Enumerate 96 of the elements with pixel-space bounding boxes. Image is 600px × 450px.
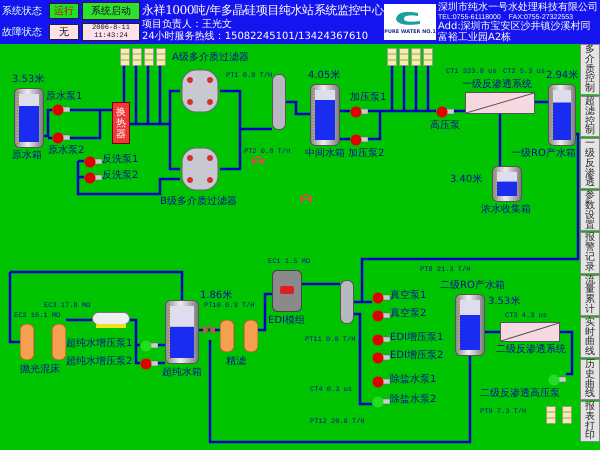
tank-level-reading: 4.05米: [308, 70, 340, 82]
tank-label: 二级RO产水箱: [440, 280, 505, 292]
company-name: 深圳市纯水一号水处理科技有限公司: [438, 2, 599, 14]
capsule-filter: [92, 312, 130, 328]
membrane-unit: [465, 92, 535, 114]
tank-level-reading: 2.94米: [546, 70, 578, 82]
pump-icon[interactable]: [372, 376, 390, 388]
pump-label: 超纯水增压泵2: [66, 356, 132, 368]
pump-label: 反洗泵1: [102, 154, 138, 166]
pump-label: 二级反渗透高压泵: [480, 388, 560, 400]
water-tank: [455, 294, 485, 356]
water-tank: [310, 84, 340, 146]
pump-icon[interactable]: [372, 352, 390, 364]
unit-label: 二级反渗透系统: [496, 344, 566, 356]
tank-label: 原水箱: [12, 150, 42, 162]
water-tank: [492, 166, 522, 202]
unit-label: 抛光混床: [20, 364, 60, 376]
pump-icon[interactable]: [372, 310, 390, 322]
pump-icon[interactable]: [350, 134, 368, 146]
dosing-tank: [411, 48, 421, 66]
dosing-tank: [562, 406, 572, 424]
tank-level-reading: 3.53米: [488, 296, 520, 308]
nav-button[interactable]: 报警记录: [580, 232, 600, 274]
tank-label: 超纯水箱: [162, 367, 202, 379]
unit-label: 精滤: [226, 356, 246, 368]
status-value: 运行: [49, 3, 79, 19]
pump-label: 超纯水增压泵1: [66, 338, 132, 350]
valve-icon[interactable]: [203, 325, 215, 335]
hotline-text: 24小时服务热线：15082245101/13424367610: [142, 30, 368, 42]
fault-label: 故障状态: [2, 26, 43, 39]
nav-button[interactable]: 历史曲线: [580, 358, 600, 400]
resin-columns: [220, 320, 258, 352]
tank-level-reading: 3.53米: [12, 74, 44, 86]
pump-icon[interactable]: [84, 172, 102, 184]
pump-label: 加压泵2: [348, 148, 384, 160]
pump-label: 真空泵2: [390, 308, 426, 320]
pump-label: 原水泵1: [46, 91, 82, 103]
dosing-tank: [399, 48, 409, 66]
pump-label: 高压泵: [430, 120, 460, 132]
pump-label: 真空泵1: [390, 290, 426, 302]
dosing-tank: [387, 48, 397, 66]
nav-button[interactable]: 一级反渗透: [580, 138, 600, 190]
unit-label: EDI模组: [268, 315, 305, 327]
nav-button[interactable]: 流量累计: [580, 274, 600, 316]
nav-button[interactable]: 实时曲线: [580, 316, 600, 358]
pump-label: 除盐水泵1: [390, 374, 436, 386]
pump-label: 除盐水泵2: [390, 394, 436, 406]
start-button[interactable]: 系统启动: [82, 2, 140, 20]
pump-icon[interactable]: [350, 106, 368, 118]
dosing-tank: [132, 48, 142, 66]
pump-icon[interactable]: [84, 156, 102, 168]
pump-icon[interactable]: [372, 396, 390, 408]
pump-icon[interactable]: [548, 374, 566, 386]
tank-label: 中间水箱: [305, 148, 345, 160]
pump-icon[interactable]: [52, 104, 70, 116]
pump-label: EDI增压泵2: [390, 350, 444, 362]
water-tank: [165, 300, 199, 364]
dosing-tank: [144, 48, 154, 66]
tank-level-reading: 3.40米: [450, 174, 482, 186]
unit-label: 一级反渗透系统: [462, 79, 532, 91]
nav-button[interactable]: 超滤控制: [580, 96, 600, 138]
pump-icon[interactable]: [140, 340, 158, 352]
pump-icon[interactable]: [372, 334, 390, 346]
pump-label: 加压泵1: [350, 92, 386, 104]
status-label: 系统状态: [2, 4, 43, 18]
pump-label: 原水泵2: [48, 145, 84, 157]
nav-button[interactable]: 多介质控制: [580, 44, 600, 95]
unit-label: A级多介质过滤器: [172, 52, 249, 64]
dosing-tank: [156, 48, 166, 66]
tank-label: 浓水收集箱: [481, 204, 531, 216]
pump-label: EDI增压泵1: [390, 332, 444, 344]
resin-columns: [20, 324, 66, 360]
pump-icon[interactable]: [52, 132, 70, 144]
water-tank: [14, 88, 44, 148]
window-title: 永祥1000吨/年多晶硅项目纯水站系统监控中心: [142, 2, 384, 18]
pump-label: 反洗泵2: [102, 170, 138, 182]
pump-icon[interactable]: [372, 292, 390, 304]
unit-label: B级多介质过滤器: [160, 196, 237, 208]
dosing-tank: [423, 48, 433, 66]
tank-label: 一级RO产水箱: [511, 148, 576, 160]
nav-button[interactable]: 报表打印: [580, 401, 600, 442]
membrane-unit: [500, 322, 560, 342]
edi-module: [272, 270, 302, 312]
water-tank: [548, 84, 576, 146]
fault-value: 无: [49, 24, 79, 40]
heat-exchanger: 换热器: [112, 102, 130, 144]
cartridge-filter: [340, 280, 354, 324]
cartridge-filter: [272, 74, 286, 130]
dosing-tank: [120, 48, 130, 66]
address-text: Add:深圳市宝安区沙井镇沙溪村同富裕工业园A2栋: [438, 20, 592, 42]
manager-text: 项目负责人：王光文: [142, 18, 232, 30]
pump-icon[interactable]: [140, 358, 158, 370]
tank-level-reading: 1.86米: [200, 290, 232, 302]
nav-button[interactable]: 参数设置: [580, 190, 600, 232]
dosing-tank: [546, 406, 556, 424]
pump-icon[interactable]: [436, 106, 454, 118]
